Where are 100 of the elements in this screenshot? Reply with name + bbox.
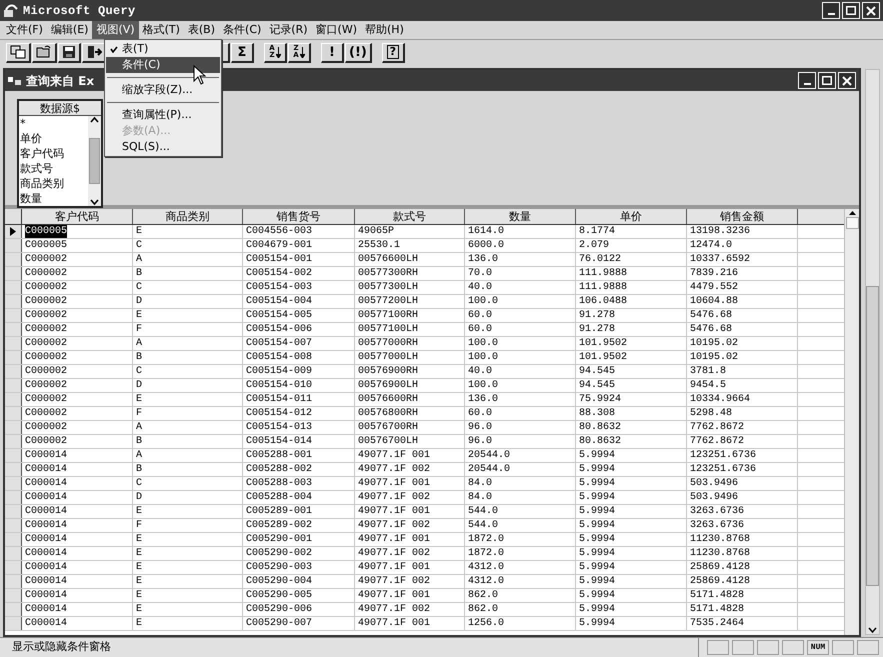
column-header[interactable]: 数量 xyxy=(465,209,576,224)
table-cell: 5.9994 xyxy=(576,547,687,560)
minimize-button[interactable] xyxy=(798,72,816,89)
menu-item[interactable]: 文件(F) xyxy=(2,21,47,39)
menu-option[interactable]: 表(T) xyxy=(106,41,220,57)
table-cell: 1614.0 xyxy=(465,225,576,238)
table-cell: C000014 xyxy=(22,449,133,462)
minimize-icon xyxy=(828,12,834,14)
column-header[interactable]: 销售货号 xyxy=(243,209,355,224)
field-list-item[interactable]: 单价 xyxy=(19,131,88,146)
table-cell: 5476.68 xyxy=(687,323,798,336)
table-cell: 49077.1F 002 xyxy=(355,575,465,588)
outer-scrollbar[interactable] xyxy=(865,69,880,635)
scrollbar[interactable] xyxy=(88,116,101,206)
table-cell: 00576600RH xyxy=(355,393,465,406)
table-cell: 60.0 xyxy=(465,323,576,336)
status-panel xyxy=(782,640,804,655)
table-cell: 5.9994 xyxy=(576,505,687,518)
menu-item[interactable]: 视图(V) xyxy=(92,21,139,39)
table-cell: C000002 xyxy=(22,295,133,308)
table-cell: 1872.0 xyxy=(465,533,576,546)
table-cell: 49065P xyxy=(355,225,465,238)
menu-item[interactable]: 表(B) xyxy=(184,21,220,39)
field-list-item[interactable]: 客户代码 xyxy=(19,146,88,161)
table-cell: C005289-001 xyxy=(243,505,355,518)
maximize-button[interactable] xyxy=(818,72,836,89)
toolbar-button[interactable]: ! xyxy=(321,42,344,62)
window-title: Microsoft Query xyxy=(23,2,136,20)
table-cell: 12474.0 xyxy=(687,239,798,252)
table-cell: 60.0 xyxy=(465,407,576,420)
help-button[interactable]: ? xyxy=(382,42,405,62)
table-cell: C xyxy=(133,281,243,294)
field-list-item[interactable]: 款式号 xyxy=(19,161,88,176)
menu-option[interactable]: 缩放字段(Z)... xyxy=(106,82,220,98)
column-header[interactable]: 销售金额 xyxy=(687,209,798,224)
table-cell: 136.0 xyxy=(465,393,576,406)
table-cell: A xyxy=(133,449,243,462)
menu-item[interactable]: 窗口(W) xyxy=(312,21,361,39)
table-cell: C005290-004 xyxy=(243,575,355,588)
table-cell: 5.9994 xyxy=(576,589,687,602)
toolbar-button[interactable] xyxy=(6,42,31,62)
close-icon xyxy=(866,6,876,16)
maximize-button[interactable] xyxy=(842,2,860,19)
field-list-item[interactable]: 数量 xyxy=(19,191,88,206)
table-cell: 00576900LH xyxy=(355,379,465,392)
toolbar-button[interactable]: (!) xyxy=(345,42,372,62)
menu-item[interactable]: 编辑(E) xyxy=(46,21,92,39)
table-cell: C000014 xyxy=(22,519,133,532)
scroll-thumb[interactable] xyxy=(846,217,858,229)
table-cell: 123251.6736 xyxy=(687,449,798,462)
table-cell: C000014 xyxy=(22,547,133,560)
table-cell: C xyxy=(133,365,243,378)
menu-option[interactable]: SQL(S)... xyxy=(106,139,220,155)
menu-item[interactable]: 记录(R) xyxy=(265,21,312,39)
table-cell: E xyxy=(133,547,243,560)
table-cell: C000005 xyxy=(22,239,133,252)
column-header[interactable]: 款式号 xyxy=(355,209,465,224)
table-cell: C005290-003 xyxy=(243,561,355,574)
minimize-button[interactable] xyxy=(822,2,840,19)
table-cell: 544.0 xyxy=(465,519,576,532)
toolbar-button[interactable] xyxy=(32,42,57,62)
column-header[interactable]: 商品类别 xyxy=(133,209,243,224)
table-cell: 00577300RH xyxy=(355,267,465,280)
table-cell: C000002 xyxy=(22,365,133,378)
table-cell: C005154-003 xyxy=(243,281,355,294)
table-cell: 5.9994 xyxy=(576,533,687,546)
scroll-thumb[interactable] xyxy=(866,286,879,586)
table-cell: 4479.552 xyxy=(687,281,798,294)
table-cell: C005288-003 xyxy=(243,477,355,490)
menu-option[interactable]: 查询属性(P)... xyxy=(106,107,220,123)
close-button[interactable] xyxy=(862,2,880,19)
menu-option[interactable]: 条件(C) xyxy=(106,57,220,73)
table-cell: 9454.5 xyxy=(687,379,798,392)
folder-icon xyxy=(36,45,52,59)
table-cell: C xyxy=(133,477,243,490)
row-selector[interactable] xyxy=(5,225,22,238)
column-header[interactable]: 客户代码 xyxy=(22,209,133,224)
toolbar-button[interactable]: Σ xyxy=(231,42,254,62)
table-cell: D xyxy=(133,295,243,308)
field-list-item[interactable]: 商品类别 xyxy=(19,176,88,191)
menu-item[interactable]: 格式(T) xyxy=(138,21,184,39)
menu-item[interactable]: 帮助(H) xyxy=(361,21,408,39)
table-cell: C005289-002 xyxy=(243,519,355,532)
table-cell: 544.0 xyxy=(465,505,576,518)
vertical-scrollbar[interactable] xyxy=(844,209,859,635)
table-cell: E xyxy=(133,309,243,322)
close-button[interactable] xyxy=(838,72,856,89)
table-cell: C005154-001 xyxy=(243,253,355,266)
app-icon xyxy=(3,4,19,18)
table-cell: B xyxy=(133,351,243,364)
table-cell: C000014 xyxy=(22,533,133,546)
table-cell: E xyxy=(133,533,243,546)
table-cell: 5.9994 xyxy=(576,491,687,504)
table-cell: 5.9994 xyxy=(576,477,687,490)
copy-window-icon xyxy=(10,45,26,59)
table-cell: E xyxy=(133,589,243,602)
column-header[interactable]: 单价 xyxy=(576,209,687,224)
toolbar-button[interactable] xyxy=(58,42,81,62)
menu-item[interactable]: 条件(C) xyxy=(219,21,266,39)
field-list-item[interactable]: * xyxy=(19,116,88,131)
